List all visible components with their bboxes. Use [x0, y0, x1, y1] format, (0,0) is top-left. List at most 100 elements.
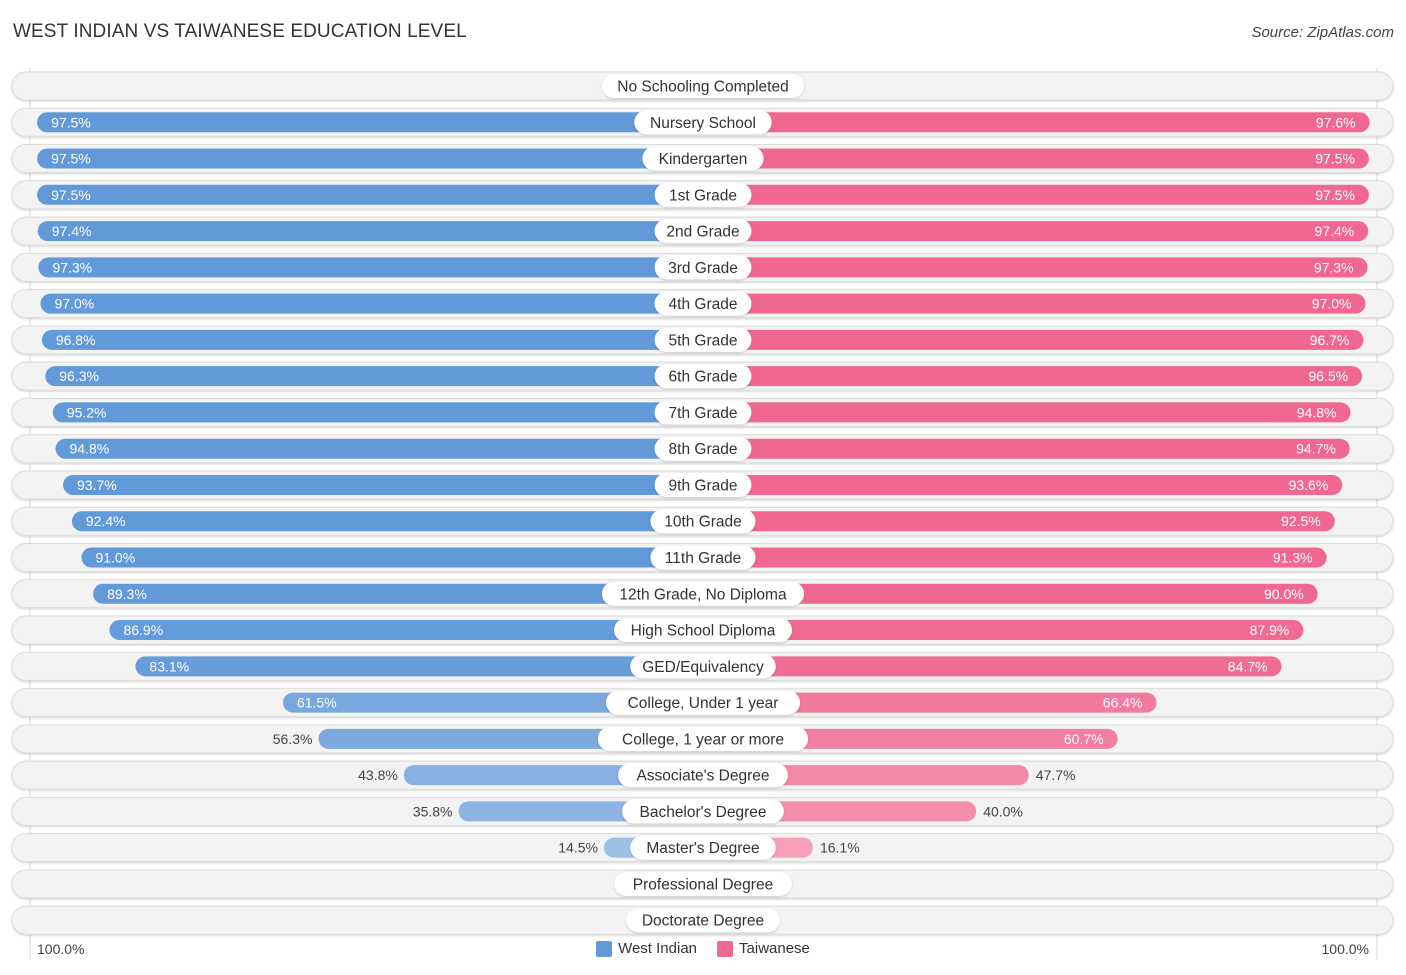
category-label: 10th Grade	[664, 514, 742, 531]
value-label-taiwanese: 84.7%	[1228, 658, 1268, 674]
bar-west-indian	[45, 366, 704, 387]
bar-west-indian	[38, 257, 704, 278]
category-label: College, Under 1 year	[628, 695, 779, 712]
bar-taiwanese	[703, 148, 1369, 169]
category-label: 11th Grade	[665, 550, 741, 567]
value-label-taiwanese: 40.0%	[983, 803, 1023, 819]
category-label: 3rd Grade	[668, 260, 738, 277]
category-label: Bachelor's Degree	[639, 804, 766, 821]
category-label: High School Diploma	[631, 623, 776, 640]
bar-taiwanese	[703, 221, 1369, 242]
bar-taiwanese	[703, 257, 1368, 278]
legend-label: Taiwanese	[739, 940, 810, 957]
value-label-taiwanese: 97.5%	[1315, 151, 1355, 167]
category-label: 1st Grade	[669, 187, 737, 204]
bar-west-indian	[81, 547, 704, 568]
bar-west-indian	[135, 656, 703, 677]
bar-taiwanese	[703, 402, 1351, 423]
value-label-taiwanese: 60.7%	[1064, 731, 1104, 747]
value-label-west-indian: 97.0%	[54, 296, 94, 312]
category-label: Doctorate Degree	[642, 913, 764, 930]
category-label: 6th Grade	[669, 369, 738, 386]
value-label-west-indian: 93.7%	[77, 477, 117, 493]
value-label-taiwanese: 93.6%	[1289, 477, 1329, 493]
bar-taiwanese	[703, 329, 1364, 350]
category-label: GED/Equivalency	[642, 659, 764, 676]
bar-taiwanese	[703, 474, 1343, 495]
value-label-west-indian: 97.5%	[51, 151, 91, 167]
value-label-taiwanese: 97.3%	[1314, 259, 1354, 275]
value-label-taiwanese: 97.6%	[1316, 114, 1356, 130]
bar-west-indian	[40, 293, 704, 314]
bar-taiwanese	[703, 438, 1350, 459]
value-label-west-indian: 95.2%	[67, 404, 107, 420]
legend-item-west-indian[interactable]: West Indian	[596, 940, 697, 957]
legend-item-taiwanese[interactable]: Taiwanese	[717, 940, 810, 957]
value-label-west-indian: 96.8%	[56, 332, 96, 348]
value-label-west-indian: 92.4%	[86, 513, 126, 529]
chart-area: 2.5%2.5%No Schooling Completed97.5%97.6%…	[11, 68, 1394, 960]
value-label-west-indian: 86.9%	[123, 622, 163, 638]
value-label-west-indian: 43.8%	[358, 767, 398, 783]
bar-west-indian	[109, 620, 703, 641]
category-label: College, 1 year or more	[622, 731, 784, 748]
value-label-taiwanese: 94.7%	[1296, 441, 1336, 457]
category-label: 7th Grade	[669, 405, 738, 422]
category-label: Associate's Degree	[636, 768, 769, 785]
category-label: 12th Grade, No Diploma	[619, 586, 787, 603]
value-label-west-indian: 97.4%	[52, 223, 92, 239]
value-label-taiwanese: 96.5%	[1308, 368, 1348, 384]
value-label-west-indian: 94.8%	[70, 441, 110, 457]
value-label-taiwanese: 91.3%	[1273, 550, 1313, 566]
value-label-west-indian: 14.5%	[558, 840, 598, 856]
category-label: 9th Grade	[669, 477, 738, 494]
value-label-taiwanese: 97.5%	[1315, 187, 1355, 203]
value-label-west-indian: 97.5%	[51, 187, 91, 203]
value-label-taiwanese: 94.8%	[1297, 404, 1337, 420]
value-label-west-indian: 83.1%	[149, 658, 189, 674]
category-label: 2nd Grade	[666, 224, 739, 241]
value-label-taiwanese: 16.1%	[820, 840, 860, 856]
value-label-taiwanese: 97.0%	[1312, 296, 1352, 312]
bar-west-indian	[37, 221, 704, 242]
bar-west-indian	[55, 438, 704, 459]
value-label-taiwanese: 87.9%	[1250, 622, 1290, 638]
value-label-taiwanese: 96.7%	[1310, 332, 1350, 348]
bar-west-indian	[37, 148, 703, 169]
value-label-west-indian: 97.5%	[51, 114, 91, 130]
category-label: 8th Grade	[669, 441, 738, 458]
value-label-west-indian: 96.3%	[59, 368, 99, 384]
legend-swatch-west-indian	[596, 940, 613, 957]
value-label-west-indian: 35.8%	[413, 803, 453, 819]
category-label: Professional Degree	[633, 876, 773, 893]
value-label-west-indian: 97.3%	[52, 259, 92, 275]
bar-west-indian	[41, 329, 703, 350]
bar-taiwanese	[703, 620, 1304, 641]
legend-swatch-taiwanese	[717, 940, 734, 957]
value-label-taiwanese: 47.7%	[1036, 767, 1076, 783]
value-label-taiwanese: 66.4%	[1103, 695, 1143, 711]
category-label: Master's Degree	[646, 840, 759, 857]
value-label-west-indian: 89.3%	[107, 586, 147, 602]
category-label: 5th Grade	[669, 332, 738, 349]
value-label-west-indian: 61.5%	[297, 695, 337, 711]
bar-west-indian	[63, 474, 704, 495]
bar-taiwanese	[703, 511, 1335, 532]
value-label-taiwanese: 97.4%	[1315, 223, 1355, 239]
value-label-west-indian: 56.3%	[273, 731, 313, 747]
bar-west-indian	[37, 112, 703, 133]
bar-taiwanese	[703, 112, 1370, 133]
legend-label: West Indian	[618, 940, 698, 957]
legend: West Indian Taiwanese	[0, 940, 1406, 957]
bar-taiwanese	[703, 547, 1327, 568]
category-label: No Schooling Completed	[617, 79, 788, 96]
bar-taiwanese	[703, 293, 1366, 314]
bar-taiwanese	[703, 366, 1363, 387]
bar-west-indian	[71, 511, 703, 532]
category-label: Kindergarten	[659, 151, 748, 168]
value-label-taiwanese: 90.0%	[1264, 586, 1304, 602]
bar-west-indian	[37, 184, 703, 205]
value-label-west-indian: 91.0%	[95, 550, 135, 566]
value-label-taiwanese: 92.5%	[1281, 513, 1321, 529]
bar-taiwanese	[703, 656, 1282, 677]
